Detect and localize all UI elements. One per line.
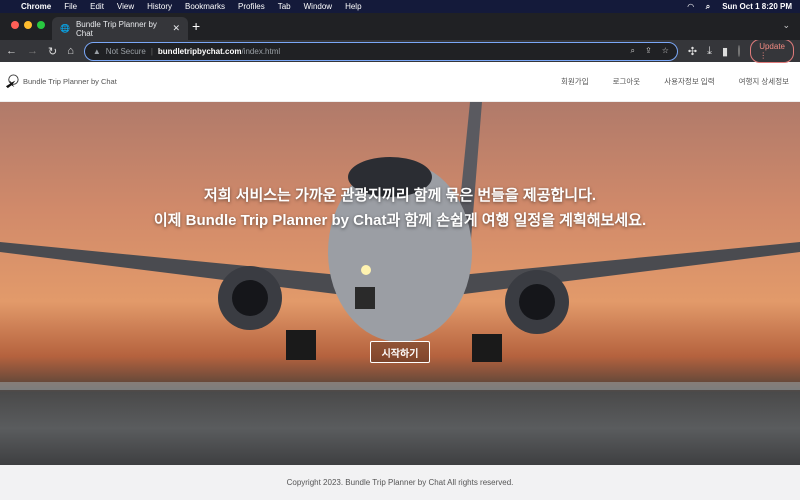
hero-line-1: 저희 서비스는 가까운 관광지끼리 함께 묶은 번들을 제공합니다.: [203, 187, 597, 204]
menu-chrome[interactable]: Chrome: [21, 2, 51, 11]
clock[interactable]: Sun Oct 1 8:20 PM: [722, 2, 792, 12]
nav-logout[interactable]: 로그아웃: [613, 76, 641, 87]
globe-icon: 🌐: [60, 24, 70, 33]
new-tab-button[interactable]: +: [192, 18, 200, 34]
chevron-down-icon[interactable]: ⌄: [782, 20, 790, 31]
airplane-globe-icon: [5, 74, 19, 89]
menu-file[interactable]: File: [64, 2, 77, 11]
menu-tab[interactable]: Tab: [278, 2, 291, 11]
close-tab-icon[interactable]: ✕: [172, 23, 180, 34]
zoom-icon[interactable]: ⌕: [631, 46, 635, 56]
menu-edit[interactable]: Edit: [90, 2, 104, 11]
reload-icon[interactable]: ↻: [48, 45, 57, 58]
macos-menubar: Chrome File Edit View History Bookmarks …: [0, 0, 800, 13]
back-icon[interactable]: ←: [6, 45, 17, 57]
tab-title: Bundle Trip Planner by Chat: [75, 19, 157, 38]
share-icon[interactable]: ⇪: [645, 46, 652, 56]
avatar[interactable]: [738, 45, 741, 57]
extensions-icon[interactable]: ✣: [688, 45, 697, 58]
download-icon[interactable]: ⤓: [707, 45, 712, 58]
tab-bar: 🌐 Bundle Trip Planner by Chat ✕ + ⌄: [0, 13, 800, 40]
maximize-window-button[interactable]: [37, 21, 45, 29]
menu-help[interactable]: Help: [345, 2, 361, 11]
footer: Copyright 2023. Bundle Trip Planner by C…: [0, 465, 800, 500]
nav-signup[interactable]: 회원가입: [561, 76, 589, 87]
update-button[interactable]: Update ⋮: [750, 39, 794, 63]
start-button[interactable]: 시작하기: [370, 341, 430, 363]
menu-window[interactable]: Window: [304, 2, 332, 11]
close-window-button[interactable]: [11, 21, 19, 29]
url-domain: bundletripbychat.com: [157, 46, 242, 56]
forward-icon[interactable]: →: [27, 45, 38, 57]
sidepanel-icon[interactable]: ▮: [722, 45, 728, 58]
minimize-window-button[interactable]: [24, 21, 32, 29]
nav-destination-details[interactable]: 여행지 상세정보: [739, 76, 789, 87]
hero-section: 저희 서비스는 가까운 관광지끼리 함께 묶은 번들을 제공합니다. 이제 Bu…: [0, 102, 800, 465]
site-navbar: Bundle Trip Planner by Chat 회원가입 로그아웃 사용…: [0, 62, 800, 102]
menu-history[interactable]: History: [147, 2, 172, 11]
home-icon[interactable]: ⌂: [67, 45, 74, 57]
address-bar[interactable]: ▲ Not Secure | bundletripbychat.com/inde…: [83, 41, 678, 61]
update-label: Update: [759, 42, 785, 51]
menu-bookmarks[interactable]: Bookmarks: [185, 2, 225, 11]
browser-toolbar: ← → ↻ ⌂ ▲ Not Secure | bundletripbychat.…: [0, 39, 800, 63]
airplane-landing-image: [0, 102, 800, 390]
menu-profiles[interactable]: Profiles: [238, 2, 265, 11]
url-path: /index.html: [241, 46, 281, 56]
menu-view[interactable]: View: [117, 2, 134, 11]
hero-line-2: 이제 Bundle Trip Planner by Chat과 함께 손쉽게 여…: [153, 212, 647, 229]
brand-link[interactable]: Bundle Trip Planner by Chat: [5, 74, 117, 89]
browser-tab[interactable]: 🌐 Bundle Trip Planner by Chat ✕: [52, 17, 188, 40]
bookmark-star-icon[interactable]: ☆: [662, 46, 669, 56]
wifi-icon[interactable]: ◠: [688, 2, 694, 12]
brand-name: Bundle Trip Planner by Chat: [23, 77, 117, 86]
search-icon[interactable]: ⌕: [706, 2, 710, 12]
not-secure-label: Not Secure: [105, 46, 146, 56]
warning-icon: ▲: [92, 46, 101, 56]
copyright-text: Copyright 2023. Bundle Trip Planner by C…: [286, 478, 514, 487]
nav-user-info[interactable]: 사용자정보 입력: [664, 76, 714, 87]
